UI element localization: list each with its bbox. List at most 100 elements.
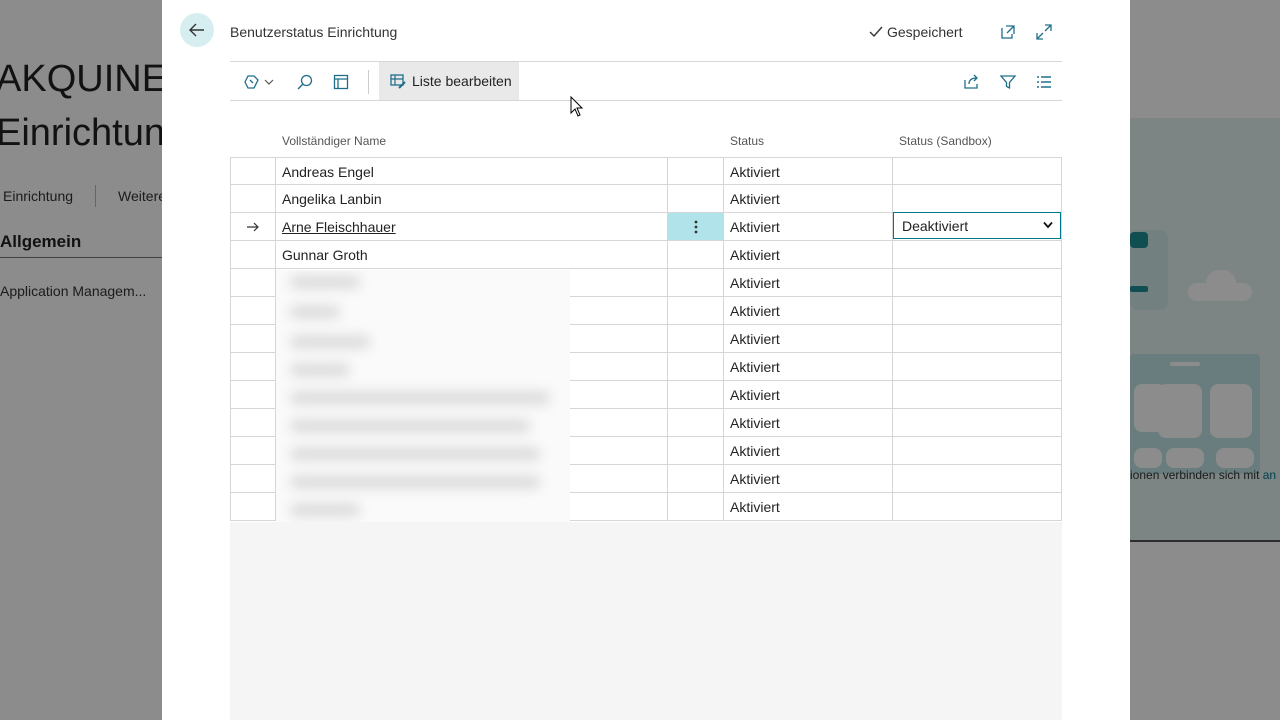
sandbox-status-cell[interactable] xyxy=(893,241,1062,268)
status-value: Aktiviert xyxy=(730,163,780,180)
table-row[interactable]: Angelika Lanbin Aktiviert xyxy=(230,185,1062,213)
status-value: Aktiviert xyxy=(730,190,780,207)
name-cell[interactable]: Gunnar Groth xyxy=(276,241,668,268)
row-selector[interactable] xyxy=(230,297,276,324)
expand-button[interactable] xyxy=(1032,20,1056,44)
open-in-new-window-button[interactable] xyxy=(996,20,1020,44)
share-button[interactable] xyxy=(959,70,983,94)
redacted-text xyxy=(290,364,350,376)
row-menu-cell[interactable] xyxy=(668,353,724,380)
row-selector[interactable] xyxy=(230,185,276,212)
status-cell[interactable]: Aktiviert xyxy=(724,241,893,268)
sandbox-status-cell[interactable] xyxy=(893,353,1062,380)
sandbox-status-cell[interactable] xyxy=(893,409,1062,436)
copilot-menu-button[interactable] xyxy=(242,70,276,94)
sandbox-status-select[interactable]: Deaktiviert xyxy=(893,212,1061,239)
status-value: Aktiviert xyxy=(730,218,780,235)
row-menu-cell[interactable] xyxy=(668,437,724,464)
column-header-sandbox[interactable]: Status (Sandbox) xyxy=(899,134,992,148)
row-menu-cell[interactable] xyxy=(668,185,724,212)
sandbox-status-cell[interactable] xyxy=(893,493,1062,520)
sandbox-status-cell[interactable] xyxy=(893,269,1062,296)
arrow-right-icon xyxy=(247,222,259,231)
status-cell[interactable]: Aktiviert xyxy=(724,269,893,296)
column-header-name[interactable]: Vollständiger Name xyxy=(282,134,386,148)
sandbox-status-cell[interactable] xyxy=(893,381,1062,408)
row-menu-cell[interactable] xyxy=(668,269,724,296)
row-selector[interactable] xyxy=(230,493,276,520)
row-selector[interactable] xyxy=(230,353,276,380)
row-menu-cell[interactable] xyxy=(668,381,724,408)
list-view-button[interactable] xyxy=(1032,70,1056,94)
sandbox-status-cell[interactable] xyxy=(893,437,1062,464)
status-value: Aktiviert xyxy=(730,358,780,375)
status-cell[interactable]: Aktiviert xyxy=(724,213,893,240)
status-cell[interactable]: Aktiviert xyxy=(724,158,893,185)
row-actions-button[interactable] xyxy=(668,213,724,240)
status-cell[interactable]: Aktiviert xyxy=(724,297,893,324)
name-cell[interactable]: Angelika Lanbin xyxy=(276,185,668,212)
open-in-new-window-icon xyxy=(1001,25,1015,39)
status-value: Aktiviert xyxy=(730,414,780,431)
chevron-down-icon xyxy=(264,79,274,85)
status-cell[interactable]: Aktiviert xyxy=(724,353,893,380)
row-selector[interactable] xyxy=(230,213,276,240)
sandbox-status-cell[interactable] xyxy=(893,325,1062,352)
analysis-mode-button[interactable] xyxy=(329,70,353,94)
back-button[interactable] xyxy=(180,13,214,47)
sandbox-status-cell[interactable]: Deaktiviert xyxy=(893,212,1062,240)
row-selector[interactable] xyxy=(230,158,276,185)
edit-list-icon xyxy=(390,74,406,89)
table-row-active[interactable]: Arne Fleischhauer Aktiviert Deaktiviert xyxy=(230,212,1062,241)
mouse-cursor-icon xyxy=(570,96,584,117)
status-value: Aktiviert xyxy=(730,386,780,403)
row-menu-cell[interactable] xyxy=(668,158,724,185)
sandbox-status-cell[interactable] xyxy=(893,465,1062,492)
row-menu-cell[interactable] xyxy=(668,297,724,324)
redacted-text xyxy=(290,392,550,404)
name-value: Gunnar Groth xyxy=(282,246,368,263)
status-cell[interactable]: Aktiviert xyxy=(724,185,893,212)
copilot-icon xyxy=(244,75,259,89)
search-button[interactable] xyxy=(293,70,317,94)
status-cell[interactable]: Aktiviert xyxy=(724,381,893,408)
row-selector[interactable] xyxy=(230,409,276,436)
row-selector[interactable] xyxy=(230,269,276,296)
row-selector[interactable] xyxy=(230,437,276,464)
status-value: Aktiviert xyxy=(730,330,780,347)
status-value: Aktiviert xyxy=(730,246,780,263)
row-selector[interactable] xyxy=(230,241,276,268)
table-row[interactable]: Gunnar Groth Aktiviert xyxy=(230,241,1062,269)
name-cell[interactable]: Arne Fleischhauer xyxy=(276,213,668,240)
status-cell[interactable]: Aktiviert xyxy=(724,437,893,464)
arrow-left-icon xyxy=(189,23,204,37)
redacted-text xyxy=(290,306,340,318)
redacted-text xyxy=(290,336,370,348)
redacted-names-area xyxy=(276,270,570,522)
row-menu-cell[interactable] xyxy=(668,493,724,520)
row-selector[interactable] xyxy=(230,381,276,408)
status-cell[interactable]: Aktiviert xyxy=(724,325,893,352)
edit-list-button[interactable]: Liste bearbeiten xyxy=(379,62,519,100)
row-selector[interactable] xyxy=(230,465,276,492)
sandbox-status-cell[interactable] xyxy=(893,297,1062,324)
filter-button[interactable] xyxy=(996,70,1020,94)
edit-list-label: Liste bearbeiten xyxy=(412,73,512,89)
row-menu-cell[interactable] xyxy=(668,325,724,352)
table-row[interactable]: Andreas Engel Aktiviert xyxy=(230,157,1062,185)
row-selector[interactable] xyxy=(230,325,276,352)
sandbox-status-cell[interactable] xyxy=(893,158,1062,185)
toolbar-bottom-divider xyxy=(230,100,1062,101)
row-menu-cell[interactable] xyxy=(668,465,724,492)
row-menu-cell[interactable] xyxy=(668,241,724,268)
status-cell[interactable]: Aktiviert xyxy=(724,493,893,520)
row-menu-cell[interactable] xyxy=(668,409,724,436)
status-cell[interactable]: Aktiviert xyxy=(724,465,893,492)
column-header-status[interactable]: Status xyxy=(730,134,764,148)
share-icon xyxy=(963,74,978,89)
name-cell[interactable]: Andreas Engel xyxy=(276,158,668,185)
sandbox-status-cell[interactable] xyxy=(893,185,1062,212)
name-link[interactable]: Arne Fleischhauer xyxy=(282,219,396,235)
status-cell[interactable]: Aktiviert xyxy=(724,409,893,436)
saved-label: Gespeichert xyxy=(887,24,963,40)
